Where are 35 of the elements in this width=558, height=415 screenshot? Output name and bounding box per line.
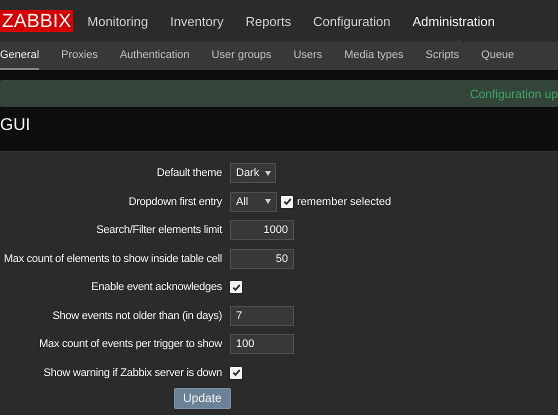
update-button[interactable]: Update <box>174 388 231 409</box>
checkbox[interactable] <box>230 281 242 294</box>
submenu-tab[interactable]: Authentication <box>120 42 190 70</box>
dropdown[interactable]: All <box>230 192 277 212</box>
field-label: Default theme <box>156 167 222 180</box>
logo[interactable]: ZABBIX <box>0 10 74 32</box>
checkbox[interactable] <box>281 196 293 208</box>
field-label: Show events not older than (in days) <box>51 310 222 322</box>
submenu-tab[interactable]: Media types <box>344 42 404 70</box>
caret-icon <box>265 199 271 204</box>
field-label: Enable event acknowledges <box>90 281 222 294</box>
submenu-tab[interactable]: Scripts <box>426 42 460 70</box>
caret-icon <box>265 170 272 176</box>
input-field[interactable]: 50 <box>230 248 294 269</box>
field-label: Search/Filter elements limit <box>95 224 222 236</box>
menu-tab[interactable]: Reports <box>246 14 292 28</box>
success-message: Configuration up <box>470 86 558 100</box>
submenu-tab[interactable]: Users <box>293 42 322 70</box>
page-title: GUI <box>0 115 32 135</box>
menu-tab[interactable]: Monitoring <box>87 14 148 28</box>
input-field[interactable]: 7 <box>230 306 294 326</box>
input-field[interactable]: 1000 <box>230 220 294 240</box>
field-label: Show warning if Zabbix server is down <box>42 366 222 379</box>
menu-tab[interactable]: Configuration <box>313 14 390 28</box>
dropdown[interactable]: Dark <box>230 163 276 184</box>
checkbox[interactable] <box>230 366 242 379</box>
checkbox-label: remember selected <box>297 196 392 208</box>
field-label: Dropdown first entry <box>128 196 222 208</box>
submenu-tab[interactable]: Proxies <box>61 42 98 70</box>
field-label: Max count of elements to show inside table cell <box>2 252 222 265</box>
submenu-tab[interactable]: Queue <box>481 42 514 70</box>
field-label: Max count of events per trigger to show <box>38 338 222 350</box>
submenu-tab[interactable]: User groups <box>212 42 272 70</box>
menu-tab[interactable]: Inventory <box>170 14 224 28</box>
input-field[interactable]: 100 <box>230 334 294 354</box>
